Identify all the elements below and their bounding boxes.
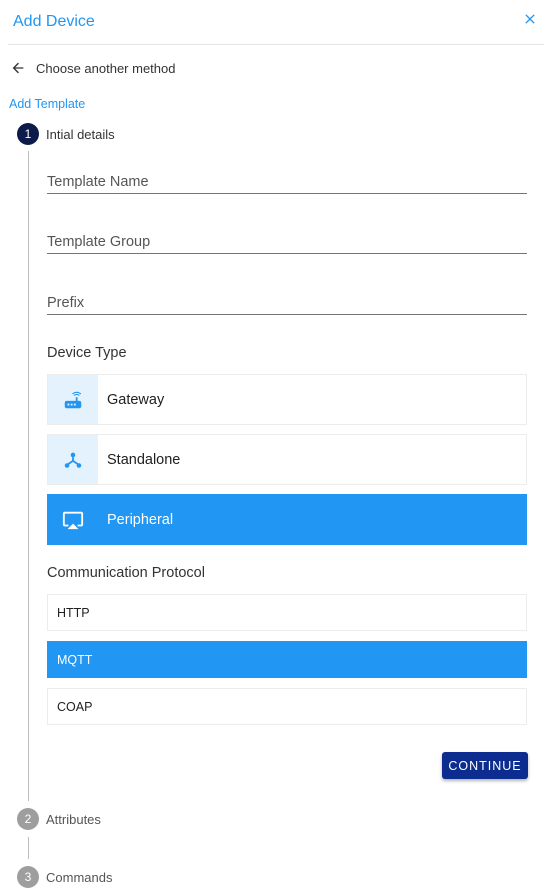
step-number: 1 — [17, 123, 39, 145]
device-type-label: Device Type — [47, 345, 127, 361]
protocol-coap[interactable]: COAP — [47, 688, 527, 725]
template-group-field[interactable] — [47, 224, 527, 254]
close-icon[interactable] — [522, 11, 538, 27]
prefix-input[interactable] — [47, 285, 527, 314]
step-attributes[interactable]: 2 Attributes — [17, 808, 101, 830]
dialog-header: Add Device — [8, 0, 544, 45]
step-label: Commands — [46, 869, 113, 885]
device-type-label-gateway: Gateway — [107, 391, 165, 408]
back-label: Choose another method — [36, 60, 176, 76]
back-button[interactable]: Choose another method — [10, 59, 175, 77]
device-type-peripheral[interactable]: Peripheral — [47, 494, 527, 545]
template-name-field[interactable] — [47, 164, 527, 194]
template-name-input[interactable] — [47, 164, 527, 193]
step-commands[interactable]: 3 Commands — [17, 866, 112, 888]
prefix-field[interactable] — [47, 285, 527, 315]
device-type-gateway[interactable]: Gateway — [47, 374, 527, 425]
step-label: Intial details — [46, 126, 115, 142]
continue-button[interactable]: CONTINUE — [442, 752, 528, 779]
arrow-back-icon — [12, 62, 24, 74]
device-type-label-peripheral: Peripheral — [107, 511, 174, 528]
step-initial-details[interactable]: 1 Intial details — [17, 123, 115, 145]
airplay-icon — [62, 511, 84, 529]
dialog-title: Add Device — [13, 13, 95, 30]
step-connector — [28, 837, 29, 859]
step-label: Attributes — [46, 811, 101, 827]
section-title: Add Template — [9, 97, 86, 111]
device-type-standalone[interactable]: Standalone — [47, 434, 527, 485]
router-icon — [64, 391, 82, 408]
step-number: 3 — [17, 866, 39, 888]
hub-icon — [64, 452, 82, 468]
device-type-label-standalone: Standalone — [107, 451, 181, 468]
protocol-label: Communication Protocol — [47, 565, 205, 581]
template-group-input[interactable] — [47, 224, 527, 253]
step-number: 2 — [17, 808, 39, 830]
protocol-mqtt[interactable]: MQTT — [47, 641, 527, 678]
step-connector — [28, 151, 29, 801]
protocol-http[interactable]: HTTP — [47, 594, 527, 631]
